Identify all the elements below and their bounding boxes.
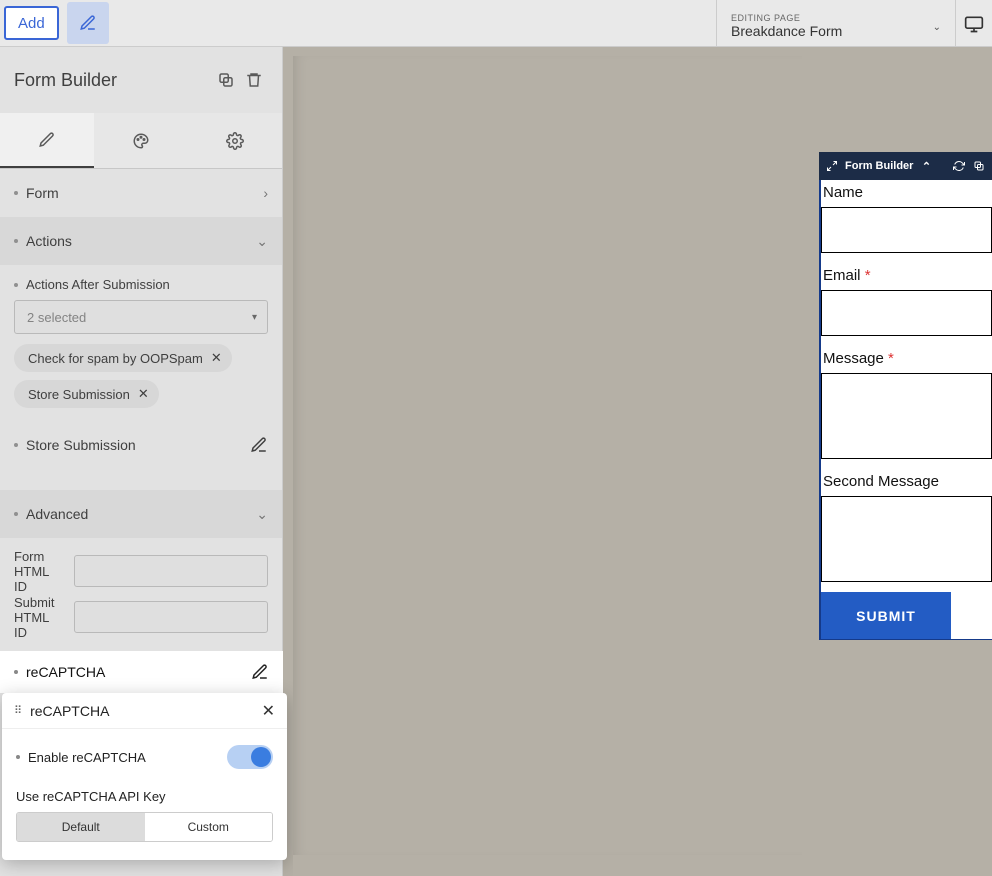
duplicate-icon[interactable] <box>972 159 986 173</box>
chevron-down-icon: ⌄ <box>256 233 268 250</box>
form-preview-toolbar: Form Builder ⌃ <box>819 152 992 180</box>
actions-panel: Actions After Submission 2 selected ▾ Ch… <box>0 265 282 424</box>
segment-default[interactable]: Default <box>17 813 145 841</box>
tab-content[interactable] <box>0 113 94 168</box>
advanced-panel: Form HTML ID Submit HTML ID <box>0 538 282 642</box>
actions-dropdown-value: 2 selected <box>27 310 86 325</box>
page-selector[interactable]: EDITING PAGE Breakdance Form ⌄ <box>716 0 956 47</box>
sidebar-title: Form Builder <box>14 70 212 91</box>
api-key-segmented: Default Custom <box>16 812 273 842</box>
section-actions[interactable]: Actions ⌄ <box>0 217 282 265</box>
submit-button[interactable]: SUBMIT <box>821 592 951 639</box>
chip-store-submission: Store Submission ✕ <box>14 380 159 408</box>
form-preview-title: Form Builder <box>845 160 913 172</box>
topbar: Add EDITING PAGE Breakdance Form ⌄ <box>0 0 992 47</box>
edit-toggle-button[interactable] <box>67 2 109 44</box>
field-name-input[interactable] <box>821 207 992 253</box>
api-key-label: Use reCAPTCHA API Key <box>16 789 273 804</box>
form-html-id-input[interactable] <box>74 555 268 587</box>
section-form-label: Form <box>26 185 59 201</box>
trash-icon[interactable] <box>240 71 268 89</box>
actions-dropdown[interactable]: 2 selected ▾ <box>14 300 268 334</box>
chip-label: Store Submission <box>28 387 130 402</box>
enable-recaptcha-toggle[interactable] <box>227 745 273 769</box>
section-advanced-label: Advanced <box>26 506 88 522</box>
close-icon[interactable]: ✕ <box>262 701 275 721</box>
editing-page-value: Breakdance Form <box>731 23 941 39</box>
chevron-right-icon: › <box>263 185 268 201</box>
editing-page-label: EDITING PAGE <box>731 13 941 23</box>
field-second-message-input[interactable] <box>821 496 992 582</box>
expand-icon[interactable] <box>825 159 839 173</box>
field-second-message-label: Second Message <box>821 469 992 496</box>
chevron-up-icon[interactable]: ⌃ <box>919 159 933 173</box>
recaptcha-label: reCAPTCHA <box>26 664 105 680</box>
field-message-input[interactable] <box>821 373 992 459</box>
actions-after-label: Actions After Submission <box>14 277 268 292</box>
form-html-id-label: Form HTML ID <box>14 549 62 594</box>
recaptcha-row[interactable]: reCAPTCHA <box>0 651 283 693</box>
add-button[interactable]: Add <box>4 6 59 40</box>
chip-oopspam: Check for spam by OOPSpam ✕ <box>14 344 232 372</box>
tab-settings[interactable] <box>188 113 282 168</box>
pencil-icon <box>38 131 56 149</box>
chevron-down-icon: ⌄ <box>256 506 268 523</box>
store-submission-row[interactable]: Store Submission <box>0 424 282 466</box>
caret-down-icon: ⌄ <box>933 22 941 33</box>
section-form[interactable]: Form › <box>0 169 282 217</box>
chip-remove-icon[interactable]: ✕ <box>138 386 149 402</box>
popup-title: reCAPTCHA <box>30 703 109 719</box>
sidebar-tabs <box>0 113 282 169</box>
field-message-label: Message * <box>821 346 992 373</box>
sidebar-header: Form Builder <box>0 47 282 113</box>
section-advanced[interactable]: Advanced ⌄ <box>0 490 282 538</box>
edit-icon[interactable] <box>251 663 269 681</box>
field-email-input[interactable] <box>821 290 992 336</box>
gear-icon <box>226 132 244 150</box>
device-desktop-icon[interactable] <box>956 0 992 47</box>
caret-down-icon: ▾ <box>252 312 257 323</box>
submit-html-id-label: Submit HTML ID <box>14 595 62 640</box>
enable-recaptcha-label: Enable reCAPTCHA <box>28 750 227 765</box>
chip-remove-icon[interactable]: ✕ <box>211 350 222 366</box>
duplicate-icon[interactable] <box>212 71 240 89</box>
edit-icon[interactable] <box>250 436 268 454</box>
chip-label: Check for spam by OOPSpam <box>28 351 203 366</box>
submit-html-id-input[interactable] <box>74 601 268 633</box>
field-email-label: Email * <box>821 263 992 290</box>
section-actions-label: Actions <box>26 233 72 249</box>
field-name-label: Name <box>821 180 992 207</box>
tab-design[interactable] <box>94 113 188 168</box>
store-submission-label: Store Submission <box>26 437 136 453</box>
palette-icon <box>132 132 150 150</box>
form-preview: Form Builder ⌃ Name Email * Message * Se… <box>819 152 992 640</box>
drag-handle-icon[interactable]: ⠿ <box>14 704 22 717</box>
segment-custom[interactable]: Custom <box>145 813 273 841</box>
refresh-icon[interactable] <box>952 159 966 173</box>
recaptcha-popup: ⠿ reCAPTCHA ✕ Enable reCAPTCHA Use reCAP… <box>2 693 287 860</box>
